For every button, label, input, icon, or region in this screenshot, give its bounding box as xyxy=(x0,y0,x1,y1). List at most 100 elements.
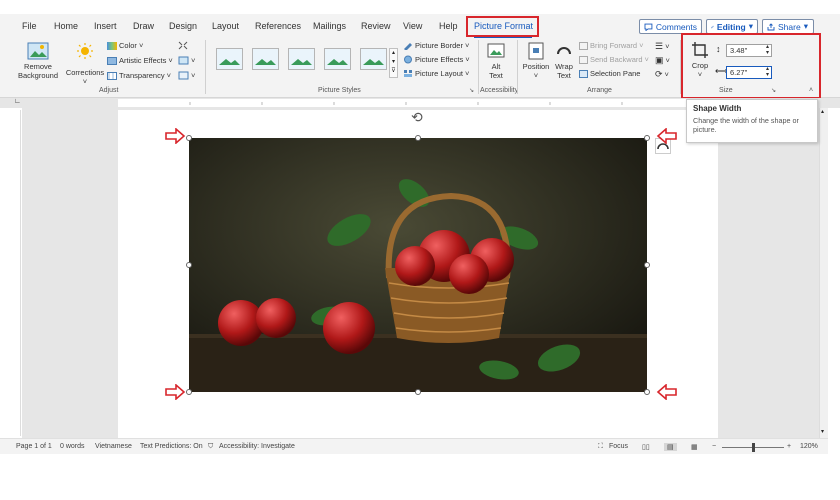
web-layout-icon[interactable]: ▦ xyxy=(691,443,698,451)
resize-handle-top-right[interactable] xyxy=(644,135,650,141)
tab-mailings[interactable]: Mailings xyxy=(313,21,346,31)
picture-layout-button[interactable]: Picture Layout ˅ xyxy=(403,69,469,78)
zoom-in-icon[interactable]: + xyxy=(787,443,791,450)
resize-handle-bottom-right[interactable] xyxy=(644,389,650,395)
pencil-icon xyxy=(711,25,714,28)
tab-insert[interactable]: Insert xyxy=(94,21,117,31)
transparency-button[interactable]: Transparency ˅ xyxy=(107,71,171,80)
picture-border-button[interactable]: Picture Border ˅ xyxy=(403,41,469,50)
tab-help[interactable]: Help xyxy=(439,21,458,31)
focus-icon: ⛶ xyxy=(598,443,603,450)
selection-pane-button[interactable]: Selection Pane xyxy=(579,69,640,78)
styles-gallery-scroll[interactable]: ▴ ▾ ⊽ xyxy=(389,48,398,78)
chevron-up-icon: ▴ xyxy=(391,50,395,56)
chevron-down-icon: ˅ xyxy=(644,55,649,64)
picture-border-label: Picture Border xyxy=(415,41,463,50)
bring-forward-button[interactable]: Bring Forward ˅ xyxy=(579,41,644,50)
chevron-down-icon: ▾ xyxy=(748,21,753,31)
share-button[interactable]: Share ▾ xyxy=(762,19,814,34)
vertical-ruler[interactable] xyxy=(12,110,21,436)
share-label: Share xyxy=(778,21,801,32)
language-indicator[interactable]: Vietnamese xyxy=(95,443,132,450)
word-window: File Home Insert Draw Design Layout Refe… xyxy=(0,0,840,500)
comments-button[interactable]: Comments xyxy=(639,19,702,34)
tooltip-body: Change the width of the shape or picture… xyxy=(693,116,799,134)
resize-handle-bottom-left[interactable] xyxy=(186,389,192,395)
scroll-down-icon[interactable]: ▾ xyxy=(821,428,824,435)
zoom-out-icon[interactable]: − xyxy=(712,443,716,450)
position-button[interactable]: Position ˅ xyxy=(520,42,552,80)
alt-text-label-2: Text xyxy=(489,71,503,80)
page-count[interactable]: Page 1 of 1 xyxy=(16,443,52,450)
text-predictions-status[interactable]: Text Predictions: On xyxy=(140,443,203,450)
compress-icon xyxy=(178,41,188,50)
align-icon: ☰ xyxy=(655,41,664,51)
change-picture-button[interactable]: ˅ xyxy=(178,56,195,65)
bring-forward-label: Bring Forward xyxy=(590,41,638,50)
group-separator xyxy=(517,40,518,94)
rotate-button[interactable]: ⟳ ˅ xyxy=(655,69,669,80)
accessibility-group-label: Accessibility xyxy=(480,87,519,94)
wrap-text-icon xyxy=(557,47,571,55)
chevron-down-icon: ˅ xyxy=(664,70,669,79)
adjust-group-label: Adjust xyxy=(99,87,119,94)
arrow-right-annotation-icon xyxy=(165,384,186,400)
reset-picture-button[interactable]: ˅ xyxy=(178,71,195,80)
group-separator xyxy=(205,40,206,94)
apple-basket-picture[interactable] xyxy=(189,138,647,392)
accessibility-status[interactable]: Accessibility: Investigate xyxy=(219,443,295,450)
resize-handle-top[interactable] xyxy=(415,135,421,141)
artistic-effects-button[interactable]: Artistic Effects ˅ xyxy=(107,56,173,65)
picture-style-4[interactable] xyxy=(324,48,351,70)
resize-handle-left[interactable] xyxy=(186,262,192,268)
vertical-scrollbar[interactable]: ▴ ▾ xyxy=(819,108,828,438)
picture-effects-icon xyxy=(404,55,412,64)
print-layout-icon[interactable]: ▤ xyxy=(664,443,677,451)
rotate-handle-icon[interactable]: ⟲ xyxy=(411,109,423,126)
wrap-text-button[interactable]: Wrap Text xyxy=(552,42,576,80)
picture-styles-group-label: Picture Styles xyxy=(318,87,361,94)
group-button[interactable]: ▣ ˅ xyxy=(655,55,670,66)
zoom-level[interactable]: 120% xyxy=(800,443,818,450)
picture-effects-button[interactable]: Picture Effects ˅ xyxy=(403,55,470,64)
tab-view[interactable]: View xyxy=(403,21,422,31)
tab-references[interactable]: References xyxy=(255,21,301,31)
editing-button[interactable]: Editing ▾ xyxy=(706,19,758,34)
size-group-highlight-box xyxy=(681,33,821,99)
focus-button[interactable]: Focus xyxy=(609,443,628,450)
tab-draw[interactable]: Draw xyxy=(133,21,154,31)
chevron-down-icon: ˅ xyxy=(464,69,470,78)
tab-layout[interactable]: Layout xyxy=(212,21,239,31)
selection-pane-icon xyxy=(579,69,588,78)
tab-selector-icon[interactable]: ∟ xyxy=(14,98,21,105)
resize-handle-top-left[interactable] xyxy=(186,135,192,141)
remove-background-button[interactable]: Remove Background xyxy=(14,42,62,80)
alt-text-button[interactable]: Alt Text xyxy=(481,42,511,80)
send-backward-button[interactable]: Send Backward ˅ xyxy=(579,55,649,64)
tab-home[interactable]: Home xyxy=(54,21,78,31)
picture-style-2[interactable] xyxy=(252,48,279,70)
tab-design[interactable]: Design xyxy=(169,21,197,31)
reset-picture-icon xyxy=(178,71,189,80)
chevron-down-icon: ▾ xyxy=(391,59,395,65)
editing-label: Editing xyxy=(716,21,746,32)
resize-handle-bottom[interactable] xyxy=(415,389,421,395)
tab-file[interactable]: File xyxy=(22,21,37,31)
color-button[interactable]: Color ˅ xyxy=(107,41,143,50)
dialog-launcher-icon[interactable]: ↘ xyxy=(469,87,474,94)
scroll-up-icon[interactable]: ▴ xyxy=(821,108,824,115)
align-button[interactable]: ☰ ˅ xyxy=(655,41,669,52)
tab-review[interactable]: Review xyxy=(361,21,391,31)
zoom-slider-thumb[interactable] xyxy=(752,443,755,452)
picture-style-3[interactable] xyxy=(288,48,315,70)
compress-pictures-button[interactable] xyxy=(178,41,188,50)
read-mode-icon[interactable]: ▯▯ xyxy=(642,443,650,451)
corrections-button[interactable]: Corrections ˅ xyxy=(64,42,106,86)
word-count[interactable]: 0 words xyxy=(60,443,85,450)
picture-style-5[interactable] xyxy=(360,48,387,70)
resize-handle-right[interactable] xyxy=(644,262,650,268)
picture-style-1[interactable] xyxy=(216,48,243,70)
style-thumb-image xyxy=(255,59,276,65)
send-backward-icon xyxy=(579,55,588,64)
remove-background-label-1: Remove xyxy=(24,62,52,71)
